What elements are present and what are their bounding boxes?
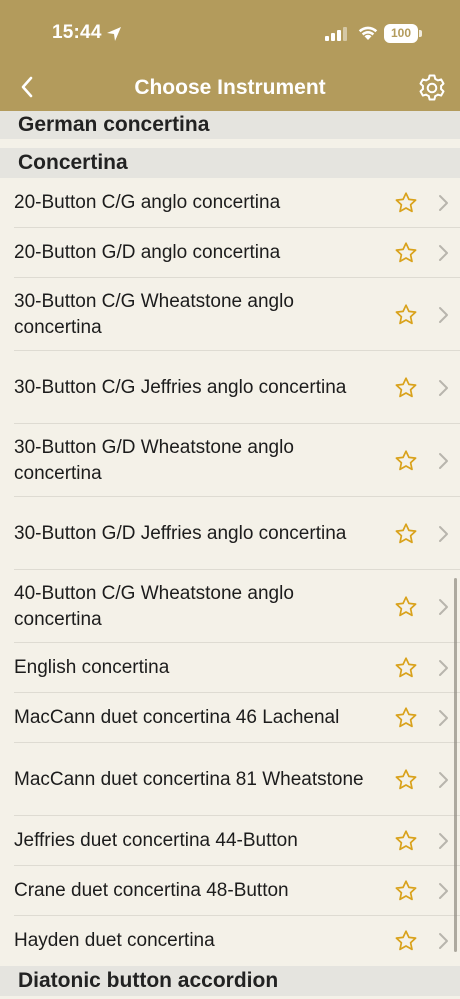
star-outline-icon[interactable] bbox=[394, 595, 418, 619]
list-item[interactable]: MacCann duet concertina 81 Wheatstone bbox=[0, 743, 460, 816]
page-title: Choose Instrument bbox=[134, 76, 326, 99]
section-header-concertina: Concertina bbox=[0, 148, 460, 178]
chevron-right-icon bbox=[439, 452, 448, 469]
list-item-label: 30-Button G/D Jeffries anglo concertina bbox=[14, 522, 347, 544]
chevron-right-icon bbox=[439, 598, 448, 615]
battery-cap bbox=[419, 30, 422, 37]
list-item[interactable]: 20-Button C/G anglo concertina bbox=[0, 178, 460, 228]
list-item-label: 30-Button C/G Jeffries anglo concertina bbox=[14, 376, 347, 398]
status-time: 15:44 bbox=[52, 22, 102, 43]
chevron-right-icon bbox=[439, 660, 448, 676]
chevron-right-icon bbox=[439, 245, 448, 261]
star-outline-icon[interactable] bbox=[394, 929, 418, 953]
chevron-right-icon bbox=[439, 771, 448, 788]
gear-icon[interactable] bbox=[416, 72, 448, 104]
section-header-german-concertina: German concertina bbox=[0, 111, 460, 139]
location-arrow-icon bbox=[107, 27, 121, 41]
chevron-right-icon bbox=[439, 525, 448, 542]
list-item-label: MacCann duet concertina 81 Wheatstone bbox=[14, 768, 364, 790]
list-item-label: 30-Button C/G Wheatstone anglo concertin… bbox=[14, 290, 294, 338]
list-item[interactable]: MacCann duet concertina 46 Lachenal bbox=[0, 693, 460, 743]
list-item[interactable]: Hayden duet concertina bbox=[0, 916, 460, 966]
scrollbar[interactable] bbox=[454, 578, 457, 952]
list-item-label: 20-Button G/D anglo concertina bbox=[14, 242, 281, 263]
list-item-label: Crane duet concertina 48-Button bbox=[14, 880, 289, 901]
star-outline-icon[interactable] bbox=[394, 191, 418, 215]
navigation-bar: Choose Instrument bbox=[0, 62, 460, 111]
star-outline-icon[interactable] bbox=[394, 879, 418, 903]
chevron-right-icon bbox=[439, 933, 448, 949]
wifi-icon bbox=[358, 26, 378, 40]
chevron-right-icon bbox=[439, 306, 448, 323]
chevron-right-icon bbox=[439, 833, 448, 849]
star-outline-icon[interactable] bbox=[394, 241, 418, 265]
star-outline-icon[interactable] bbox=[394, 768, 418, 792]
chevron-right-icon bbox=[439, 883, 448, 899]
list-item-label: English concertina bbox=[14, 657, 170, 678]
list-item-label: MacCann duet concertina 46 Lachenal bbox=[14, 707, 340, 728]
star-outline-icon[interactable] bbox=[394, 449, 418, 473]
section-gap bbox=[0, 139, 460, 148]
list-item[interactable]: 30-Button C/G Jeffries anglo concertina bbox=[0, 351, 460, 424]
list-item[interactable]: English concertina bbox=[0, 643, 460, 693]
list-item[interactable]: 20-Button G/D anglo concertina bbox=[0, 228, 460, 278]
star-outline-icon[interactable] bbox=[394, 656, 418, 680]
star-outline-icon[interactable] bbox=[394, 706, 418, 730]
chevron-right-icon bbox=[439, 379, 448, 396]
list-item[interactable]: 30-Button C/G Wheatstone anglo concertin… bbox=[0, 278, 460, 351]
list-item[interactable]: 40-Button C/G Wheatstone anglo concertin… bbox=[0, 570, 460, 643]
star-outline-icon[interactable] bbox=[394, 829, 418, 853]
star-outline-icon[interactable] bbox=[394, 522, 418, 546]
section-header-diatonic-button-accordion: Diatonic button accordion bbox=[0, 966, 460, 996]
list-item-label: Hayden duet concertina bbox=[14, 930, 215, 951]
list-item-label: 20-Button C/G anglo concertina bbox=[14, 192, 281, 213]
concertina-rows: 20-Button C/G anglo concertina 20-Button… bbox=[0, 178, 460, 966]
instrument-list[interactable]: German concertina Concertina 20-Button C… bbox=[0, 111, 460, 999]
list-item-label: 30-Button G/D Wheatstone anglo concertin… bbox=[14, 436, 294, 484]
list-item[interactable]: 30-Button G/D Jeffries anglo concertina bbox=[0, 497, 460, 570]
list-item-label: Jeffries duet concertina 44-Button bbox=[14, 830, 298, 851]
battery-icon: 100 bbox=[384, 24, 418, 43]
header: 15:44 100 Choose Instrument bbox=[0, 0, 460, 111]
chevron-right-icon bbox=[439, 710, 448, 726]
list-item[interactable]: Crane duet concertina 48-Button bbox=[0, 866, 460, 916]
chevron-right-icon bbox=[439, 195, 448, 211]
cellular-signal-icon bbox=[325, 27, 347, 41]
star-outline-icon[interactable] bbox=[394, 303, 418, 327]
star-outline-icon[interactable] bbox=[394, 376, 418, 400]
list-item-label: 40-Button C/G Wheatstone anglo concertin… bbox=[14, 582, 294, 630]
status-bar: 15:44 100 bbox=[0, 0, 460, 62]
list-item[interactable]: 30-Button G/D Wheatstone anglo concertin… bbox=[0, 424, 460, 497]
list-item[interactable]: Jeffries duet concertina 44-Button bbox=[0, 816, 460, 866]
